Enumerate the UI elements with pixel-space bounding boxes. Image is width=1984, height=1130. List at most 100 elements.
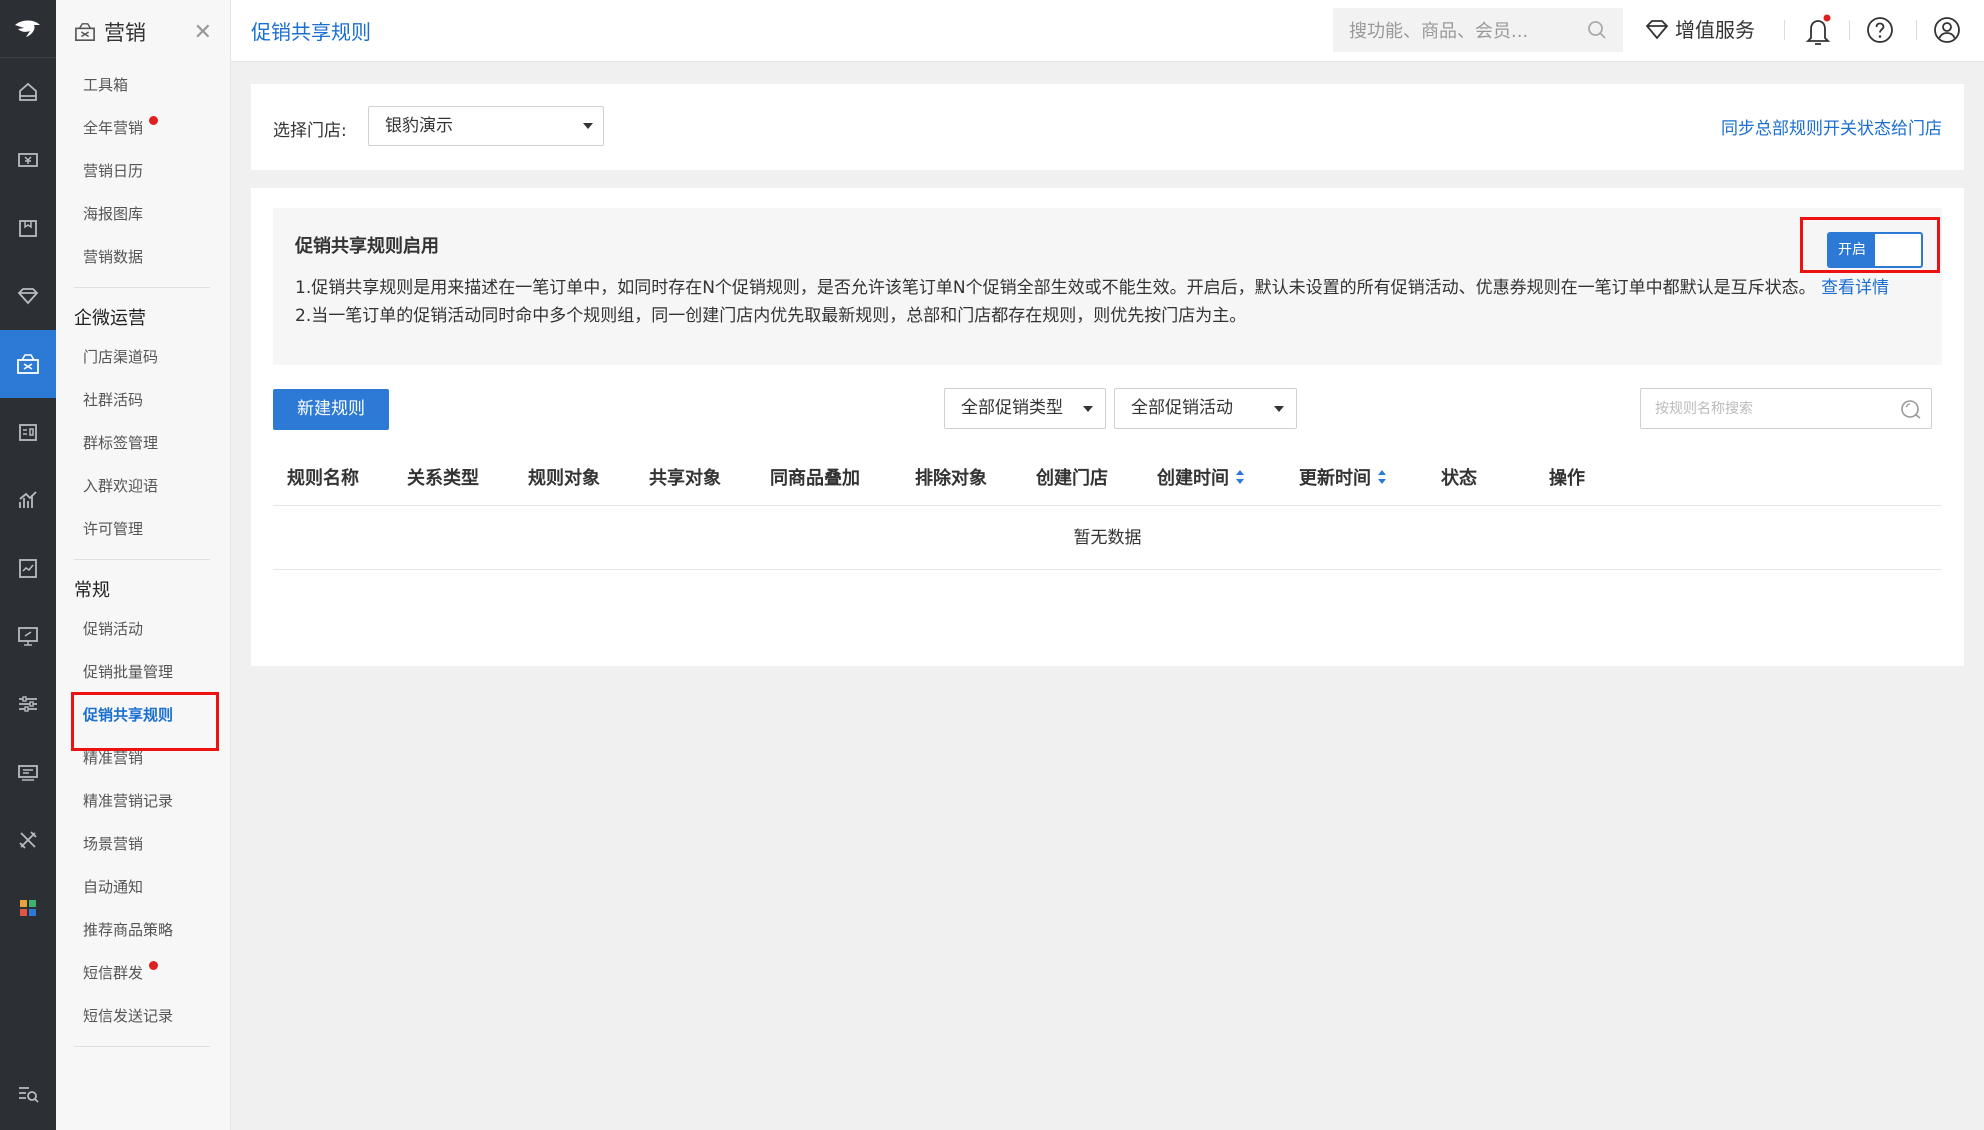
- promo-type-select[interactable]: 全部促销类型: [944, 388, 1106, 429]
- column-header-label: 状态: [1441, 468, 1477, 489]
- promo-activity-select[interactable]: 全部促销活动: [1114, 388, 1297, 429]
- tools-icon[interactable]: [0, 806, 56, 874]
- menu-item[interactable]: 全年营销: [56, 107, 230, 150]
- report-icon[interactable]: [0, 466, 56, 534]
- menu-item-label: 精准营销记录: [83, 792, 174, 810]
- menu-item-label: 全年营销: [83, 119, 144, 137]
- menu-item[interactable]: 群标签管理: [56, 422, 230, 465]
- cash-icon[interactable]: [0, 126, 56, 194]
- info-title: 促销共享规则启用: [295, 236, 439, 257]
- view-detail-link[interactable]: 查看详情: [1821, 278, 1889, 298]
- store-select[interactable]: 银豹演示: [368, 106, 604, 146]
- divider: [74, 559, 210, 560]
- menu-search-icon[interactable]: [0, 1074, 56, 1114]
- icon-rail: [0, 0, 56, 1130]
- menu-item-label: 群标签管理: [83, 434, 159, 452]
- store-filter-card: 选择门店: 银豹演示 同步总部规则开关状态给门店: [251, 84, 1964, 170]
- marketing-icon[interactable]: [0, 330, 56, 398]
- column-header-label: 操作: [1549, 468, 1585, 489]
- secondary-menu: 营销 ✕ 工具箱 全年营销 营销日历 海报图库 营销数据 企微运营 门店渠道码 社群活码 群标签…: [56, 0, 231, 1130]
- column-header[interactable]: 更新时间: [1299, 452, 1387, 506]
- menu-item[interactable]: 海报图库: [56, 193, 230, 236]
- goods-icon[interactable]: [0, 194, 56, 262]
- menu-item[interactable]: 场景营销: [56, 823, 230, 866]
- menu-item[interactable]: 自动通知: [56, 866, 230, 909]
- menu-title: 营销: [104, 21, 146, 45]
- menu-item[interactable]: 促销活动: [56, 608, 230, 651]
- menu-item[interactable]: 许可管理: [56, 508, 230, 551]
- divider: [74, 1046, 210, 1047]
- sort-icon[interactable]: [1377, 469, 1387, 485]
- share-rule-toggle[interactable]: 开启: [1827, 232, 1923, 268]
- table-header: 规则名称 关系类型 规则对象 共享对象 同商品叠加 排除对象 创建门店 创建时间 更新时间 状态 操…: [273, 452, 1942, 506]
- menu-item-label: 精准营销: [83, 749, 144, 767]
- menu-item[interactable]: 营销数据: [56, 236, 230, 279]
- settings-icon[interactable]: [0, 670, 56, 738]
- menu-item[interactable]: 短信发送记录: [56, 995, 230, 1038]
- bell-icon[interactable]: [1803, 14, 1833, 52]
- switch-highlight: 开启: [1800, 217, 1940, 273]
- caret-down-icon: [1083, 406, 1093, 412]
- menu-item-label: 推荐商品策略: [83, 921, 174, 939]
- search-icon[interactable]: [1587, 20, 1607, 40]
- column-header-label: 创建门店: [1036, 468, 1108, 489]
- finance-icon[interactable]: [0, 534, 56, 602]
- user-icon[interactable]: [1933, 16, 1961, 48]
- global-search-placeholder: 搜功能、商品、会员...: [1349, 21, 1529, 42]
- member-icon[interactable]: [0, 262, 56, 330]
- apps-icon[interactable]: [0, 874, 56, 942]
- menu-item[interactable]: 促销批量管理: [56, 651, 230, 694]
- rule-search-input[interactable]: [1655, 390, 1895, 427]
- column-header: 规则名称: [287, 452, 359, 506]
- column-header[interactable]: 创建时间: [1157, 452, 1245, 506]
- divider: [1916, 20, 1917, 40]
- sort-icon[interactable]: [1235, 469, 1245, 485]
- help-icon[interactable]: [1866, 16, 1894, 48]
- menu-item-label: 场景营销: [83, 835, 144, 853]
- display-icon[interactable]: [0, 602, 56, 670]
- page-title: 促销共享规则: [251, 20, 371, 44]
- menu-item-label: 海报图库: [83, 205, 144, 223]
- info-line-1: 1.促销共享规则是用来描述在一笔订单中，如同时存在N个促销规则，是否允许该笔订单…: [295, 278, 1816, 298]
- promo-type-value: 全部促销类型: [961, 398, 1063, 418]
- menu-list: 工具箱 全年营销 营销日历 海报图库 营销数据 企微运营 门店渠道码 社群活码 群标签管理 入群欢…: [56, 64, 230, 1047]
- menu-item-label: 促销共享规则: [83, 706, 174, 724]
- divider: [1849, 20, 1850, 40]
- menu-item[interactable]: 精准营销记录: [56, 780, 230, 823]
- diamond-icon: [1645, 19, 1669, 39]
- close-icon[interactable]: ✕: [194, 20, 212, 45]
- crm-icon[interactable]: [0, 398, 56, 466]
- column-header-label: 更新时间: [1299, 468, 1371, 489]
- marketing-icon: [75, 23, 95, 41]
- menu-item[interactable]: 促销共享规则: [56, 692, 230, 751]
- menu-item[interactable]: 入群欢迎语: [56, 465, 230, 508]
- toggle-on-label: 开启: [1829, 234, 1875, 266]
- new-rule-button[interactable]: 新建规则: [273, 389, 389, 430]
- search-icon[interactable]: [1899, 398, 1923, 420]
- menu-header: 营销 ✕: [56, 0, 230, 64]
- sync-rule-link[interactable]: 同步总部规则开关状态给门店: [1721, 114, 1942, 139]
- home-icon[interactable]: [0, 58, 56, 126]
- column-header-label: 规则对象: [528, 468, 600, 489]
- column-header-label: 规则名称: [287, 468, 359, 489]
- vip-service-label: 增值服务: [1675, 18, 1755, 42]
- rules-card: 促销共享规则启用 1.促销共享规则是用来描述在一笔订单中，如同时存在N个促销规则…: [251, 188, 1964, 666]
- menu-item[interactable]: 社群活码: [56, 379, 230, 422]
- menu-item-label: 营销日历: [83, 162, 144, 180]
- menu-item[interactable]: 精准营销: [56, 737, 230, 780]
- menu-item-label: 许可管理: [83, 520, 144, 538]
- menu-item-label: 短信发送记录: [83, 1007, 174, 1025]
- vip-service-link[interactable]: 增值服务: [1645, 14, 1755, 43]
- menu-item[interactable]: 门店渠道码: [56, 336, 230, 379]
- menu-item[interactable]: 推荐商品策略: [56, 909, 230, 952]
- menu-item[interactable]: 营销日历: [56, 150, 230, 193]
- column-header: 同商品叠加: [770, 452, 860, 506]
- global-search-input[interactable]: 搜功能、商品、会员...: [1333, 8, 1623, 52]
- menu-item[interactable]: 工具箱: [56, 64, 230, 107]
- column-header-label: 共享对象: [649, 468, 721, 489]
- device-icon[interactable]: [0, 738, 56, 806]
- logo-icon[interactable]: [0, 0, 56, 58]
- notification-dot: [149, 116, 159, 125]
- menu-item[interactable]: 短信群发: [56, 952, 230, 995]
- rule-info-panel: 促销共享规则启用 1.促销共享规则是用来描述在一笔订单中，如同时存在N个促销规则…: [273, 208, 1942, 365]
